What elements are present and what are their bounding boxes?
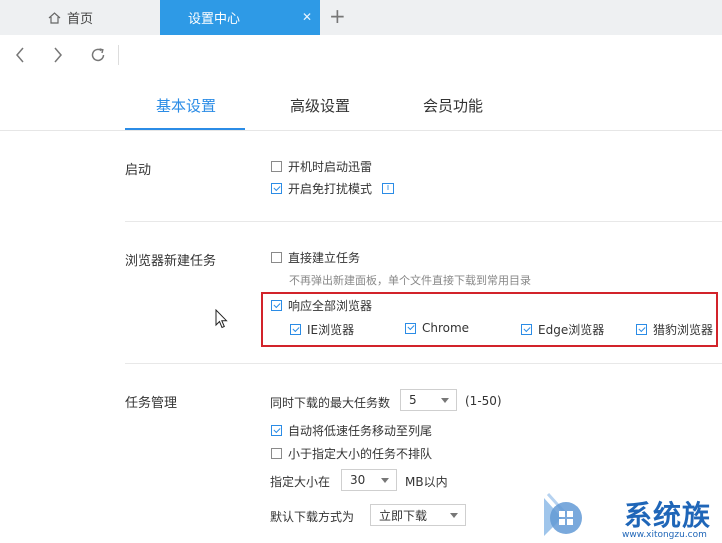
size-unit: MB以内	[405, 475, 448, 489]
watermark-url: www.xitongzu.com	[622, 530, 707, 540]
max-tasks-select[interactable]: 5	[400, 389, 457, 411]
tab-settings[interactable]: 设置中心	[160, 0, 320, 35]
respond-all-checkbox[interactable]	[271, 300, 282, 311]
default-mode-select[interactable]: 立即下载	[370, 504, 466, 526]
max-tasks-label: 同时下载的最大任务数	[270, 396, 391, 410]
chevron-left-icon	[16, 47, 24, 63]
tab-basic-settings[interactable]: 基本设置	[156, 95, 216, 116]
chevron-down-icon	[381, 478, 389, 483]
section-browser-task-label: 浏览器新建任务	[125, 254, 217, 269]
browser-chrome-option[interactable]: Chrome	[405, 321, 469, 335]
info-icon[interactable]: i	[382, 183, 395, 194]
tabs-divider	[0, 130, 722, 131]
respond-all-option[interactable]: 响应全部浏览器	[271, 297, 372, 314]
browser-edge-label: Edge浏览器	[538, 323, 605, 337]
size-label: 指定大小在	[270, 475, 331, 489]
respond-all-label: 响应全部浏览器	[288, 299, 373, 313]
move-slow-option[interactable]: 自动将低速任务移动至列尾	[271, 422, 432, 439]
tab-home[interactable]: 首页	[0, 0, 160, 35]
browser-liebao-checkbox[interactable]	[636, 324, 647, 335]
nav-separator	[118, 45, 119, 65]
boot-start-label: 开机时启动迅雷	[288, 160, 373, 174]
move-slow-checkbox[interactable]	[271, 425, 282, 436]
browser-edge-option[interactable]: Edge浏览器	[521, 321, 604, 338]
back-button[interactable]	[9, 44, 31, 66]
direct-create-checkbox[interactable]	[271, 252, 282, 263]
no-queue-small-option[interactable]: 小于指定大小的任务不排队	[271, 445, 432, 462]
browser-edge-checkbox[interactable]	[521, 324, 532, 335]
browser-chrome-checkbox[interactable]	[405, 322, 416, 334]
default-mode-label: 默认下载方式为	[270, 510, 355, 524]
browser-chrome-label: Chrome	[422, 321, 470, 335]
browser-liebao-label: 猎豹浏览器	[653, 323, 714, 337]
max-tasks-value: 5	[409, 393, 417, 407]
watermark-logo-icon	[544, 492, 582, 536]
refresh-icon	[91, 48, 105, 62]
chevron-down-icon	[450, 513, 458, 518]
tab-settings-label: 设置中心	[188, 12, 241, 27]
browser-ie-checkbox[interactable]	[290, 324, 301, 335]
move-slow-label: 自动将低速任务移动至列尾	[288, 424, 433, 438]
no-queue-small-label: 小于指定大小的任务不排队	[288, 447, 433, 461]
refresh-button[interactable]	[87, 44, 109, 66]
tab-member-features[interactable]: 会员功能	[423, 95, 483, 116]
chevron-down-icon	[441, 398, 449, 403]
tab-home-label: 首页	[67, 12, 94, 27]
direct-create-option[interactable]: 直接建立任务	[271, 249, 360, 266]
dnd-mode-label: 开启免打扰模式	[288, 182, 373, 196]
default-mode-value: 立即下载	[379, 508, 428, 523]
size-value: 30	[350, 473, 366, 487]
close-icon[interactable]: ✕	[302, 10, 312, 24]
chevron-right-icon	[54, 47, 62, 63]
max-tasks-range: (1-50)	[465, 394, 502, 408]
boot-start-checkbox[interactable]	[271, 161, 282, 172]
direct-create-label: 直接建立任务	[288, 251, 361, 265]
browser-ie-label: IE浏览器	[307, 323, 355, 337]
tab-advanced-settings[interactable]: 高级设置	[290, 95, 350, 116]
section-startup-label: 启动	[125, 163, 152, 178]
forward-button[interactable]	[47, 44, 69, 66]
section-task-mgmt-label: 任务管理	[125, 396, 178, 411]
section-divider	[125, 221, 722, 222]
watermark: 系统族 www.xitongzu.com	[536, 486, 722, 543]
dnd-mode-checkbox[interactable]	[271, 183, 282, 194]
boot-start-option[interactable]: 开机时启动迅雷	[271, 158, 372, 175]
browser-ie-option[interactable]: IE浏览器	[290, 321, 354, 338]
direct-create-hint: 不再弹出新建面板，单个文件直接下载到常用目录	[289, 274, 531, 287]
watermark-text: 系统族	[624, 499, 712, 532]
no-queue-small-checkbox[interactable]	[271, 448, 282, 459]
new-tab-button[interactable]: +	[329, 6, 346, 26]
browser-liebao-option[interactable]: 猎豹浏览器	[636, 321, 713, 338]
section-divider	[125, 363, 722, 364]
mouse-cursor-icon	[215, 309, 228, 329]
size-select[interactable]: 30	[341, 469, 397, 491]
dnd-mode-option[interactable]: 开启免打扰模式 i	[271, 180, 395, 197]
home-icon	[48, 11, 61, 24]
